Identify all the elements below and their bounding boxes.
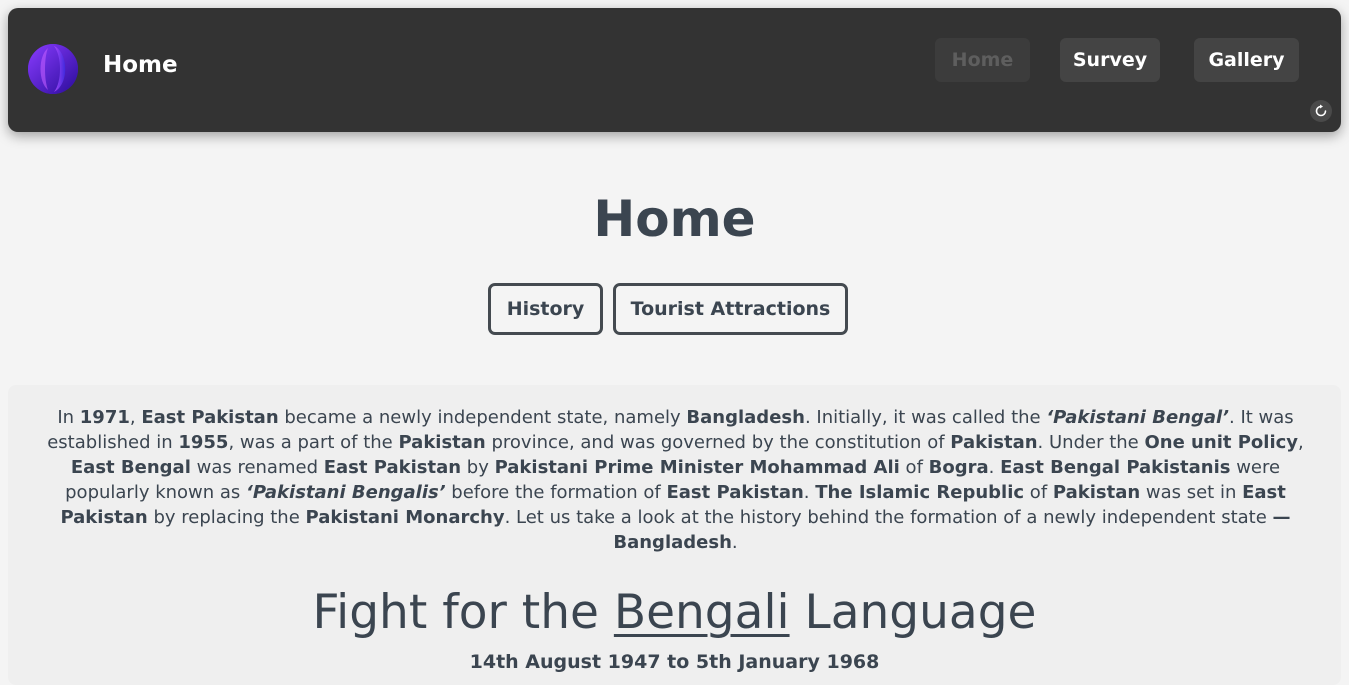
nav-gallery-button[interactable]: Gallery [1194, 38, 1299, 82]
section-heading: Fight for the Bengali Language [312, 585, 1037, 640]
refresh-icon[interactable] [1310, 100, 1332, 122]
nav-home-button[interactable]: Home [935, 38, 1030, 82]
logo-icon[interactable] [28, 44, 78, 94]
brand-title[interactable]: Home [103, 52, 178, 78]
tab-history-button[interactable]: History [488, 283, 603, 335]
tab-tourist-attractions-button[interactable]: Tourist Attractions [613, 283, 848, 335]
content-card: In 1971, East Pakistan became a newly in… [8, 385, 1341, 685]
section-heading-underlined: Bengali [613, 585, 790, 640]
page-title: Home [593, 190, 756, 248]
intro-paragraph: In 1971, East Pakistan became a newly in… [47, 407, 1304, 553]
top-navbar: Home Home Survey Gallery [8, 8, 1341, 132]
nav-survey-button[interactable]: Survey [1060, 38, 1160, 82]
section-dates: 14th August 1947 to 5th January 1968 [469, 651, 880, 673]
